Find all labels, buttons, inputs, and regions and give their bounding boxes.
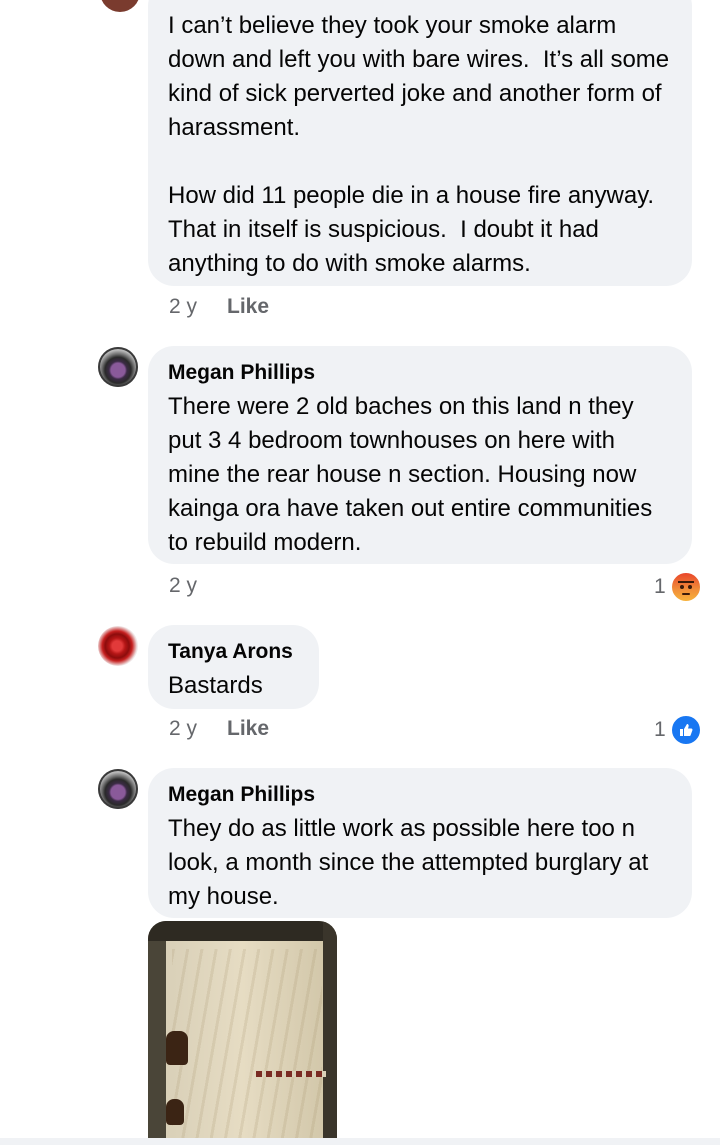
comment-bubble: Megan Phillips There were 2 old baches o… xyxy=(148,346,692,564)
avatar[interactable] xyxy=(98,769,138,809)
like-button[interactable]: Like xyxy=(227,295,269,319)
comment-text: There were 2 old baches on this land n t… xyxy=(168,393,659,556)
comment-text: I can’t believe they took your smoke ala… xyxy=(168,12,670,277)
comment-timestamp[interactable]: 2 y xyxy=(169,574,197,598)
comment-bubble: Tanya Arons Bastards xyxy=(148,625,319,709)
avatar[interactable] xyxy=(98,347,138,387)
like-reaction-icon xyxy=(669,714,702,746)
like-button[interactable]: Like xyxy=(227,717,269,741)
angry-reaction-icon xyxy=(669,571,702,603)
comment-meta: 2 y Like xyxy=(169,717,269,741)
comment-meta: 2 y Like xyxy=(169,295,269,319)
comment-author[interactable]: Tanya Arons xyxy=(168,639,299,665)
comment-author[interactable]: Megan Phillips xyxy=(168,360,672,386)
comment-timestamp[interactable]: 2 y xyxy=(169,295,197,319)
comment-photo[interactable] xyxy=(148,921,337,1145)
comment-text: Bastards xyxy=(168,672,263,699)
reaction-count: 1 xyxy=(654,575,666,598)
comment-bubble: Megan Phillips They do as little work as… xyxy=(148,768,692,918)
reaction-summary[interactable]: 1 xyxy=(654,571,702,603)
comment-meta: 2 y xyxy=(169,574,227,598)
bottom-divider xyxy=(0,1138,720,1145)
avatar[interactable] xyxy=(100,0,140,12)
thumbs-up-icon xyxy=(679,724,693,736)
comment-author[interactable]: Megan Phillips xyxy=(168,782,672,808)
reaction-summary[interactable]: 1 xyxy=(654,714,702,746)
comment-text: They do as little work as possible here … xyxy=(168,815,655,910)
avatar[interactable] xyxy=(98,626,138,666)
reaction-count: 1 xyxy=(654,718,666,741)
comment-timestamp[interactable]: 2 y xyxy=(169,717,197,741)
comment-bubble: I can’t believe they took your smoke ala… xyxy=(148,0,692,286)
